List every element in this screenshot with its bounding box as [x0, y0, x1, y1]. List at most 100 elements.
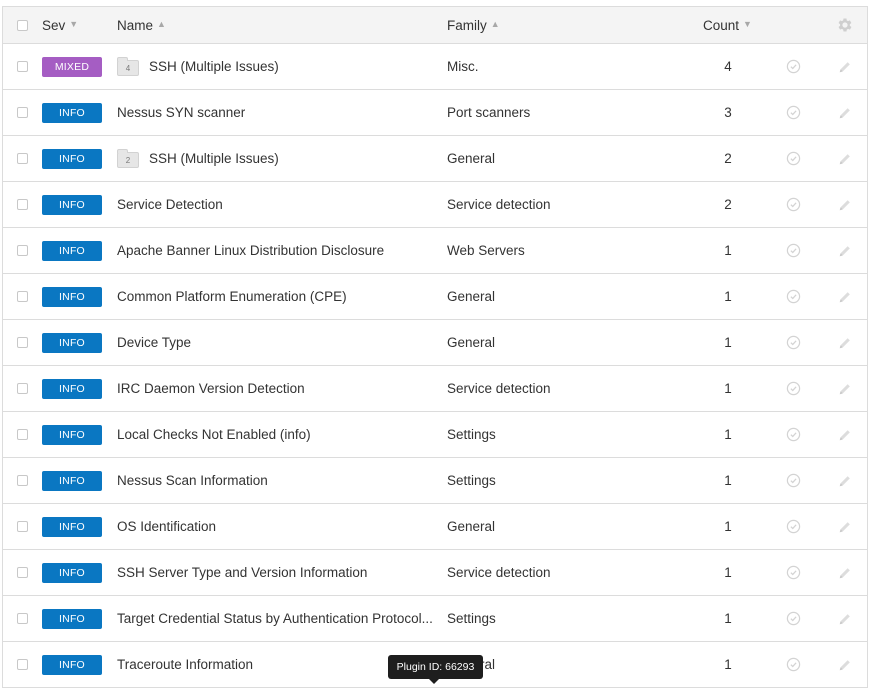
plugin-name[interactable]: Local Checks Not Enabled (info) [117, 427, 311, 442]
snooze-button[interactable] [783, 182, 803, 227]
plugin-name[interactable]: Traceroute Information [117, 657, 253, 672]
table-row[interactable]: MIXED 4 SSH (Multiple Issues) Misc. 4 [3, 44, 867, 90]
snooze-clock-icon[interactable] [786, 519, 801, 534]
row-checkbox-cell[interactable] [17, 136, 31, 181]
snooze-button[interactable] [783, 504, 803, 549]
name-cell[interactable]: OS Identification [117, 504, 437, 549]
edit-button[interactable] [835, 320, 855, 365]
plugin-name[interactable]: SSH Server Type and Version Information [117, 565, 367, 580]
edit-button[interactable] [835, 596, 855, 641]
pencil-icon[interactable] [838, 520, 852, 534]
plugin-name[interactable]: Service Detection [117, 197, 223, 212]
plugin-name[interactable]: SSH (Multiple Issues) [149, 59, 279, 74]
row-checkbox-cell[interactable] [17, 366, 31, 411]
snooze-button[interactable] [783, 550, 803, 595]
pencil-icon[interactable] [838, 382, 852, 396]
table-row[interactable]: INFO Target Credential Status by Authent… [3, 596, 867, 642]
pencil-icon[interactable] [838, 336, 852, 350]
name-cell[interactable]: IRC Daemon Version Detection [117, 366, 437, 411]
column-header-family[interactable]: Family ▲ [447, 7, 647, 43]
count-header-label[interactable]: Count [703, 18, 739, 33]
name-cell[interactable]: Target Credential Status by Authenticati… [117, 596, 437, 641]
snooze-clock-icon[interactable] [786, 427, 801, 442]
select-all-checkbox-cell[interactable] [17, 7, 31, 43]
plugin-name[interactable]: Apache Banner Linux Distribution Disclos… [117, 243, 384, 258]
name-cell[interactable]: Nessus SYN scanner [117, 90, 437, 135]
snooze-clock-icon[interactable] [786, 105, 801, 120]
edit-button[interactable] [835, 366, 855, 411]
row-checkbox[interactable] [17, 337, 28, 348]
table-row[interactable]: INFO Common Platform Enumeration (CPE) G… [3, 274, 867, 320]
table-row[interactable]: INFO Nessus Scan Information Settings 1 [3, 458, 867, 504]
pencil-icon[interactable] [838, 474, 852, 488]
row-checkbox[interactable] [17, 521, 28, 532]
edit-button[interactable] [835, 90, 855, 135]
row-checkbox-cell[interactable] [17, 44, 31, 89]
table-row[interactable]: INFO Local Checks Not Enabled (info) Set… [3, 412, 867, 458]
name-cell[interactable]: Local Checks Not Enabled (info) [117, 412, 437, 457]
pencil-icon[interactable] [838, 566, 852, 580]
row-checkbox[interactable] [17, 153, 28, 164]
row-checkbox-cell[interactable] [17, 182, 31, 227]
row-checkbox[interactable] [17, 659, 28, 670]
row-checkbox-cell[interactable] [17, 596, 31, 641]
edit-button[interactable] [835, 44, 855, 89]
row-checkbox-cell[interactable] [17, 90, 31, 135]
table-row[interactable]: INFO 2 SSH (Multiple Issues) General 2 [3, 136, 867, 182]
column-header-name[interactable]: Name ▲ [117, 7, 437, 43]
plugin-name[interactable]: Device Type [117, 335, 191, 350]
row-checkbox[interactable] [17, 475, 28, 486]
table-row[interactable]: INFO Apache Banner Linux Distribution Di… [3, 228, 867, 274]
snooze-button[interactable] [783, 642, 803, 687]
edit-button[interactable] [835, 458, 855, 503]
snooze-button[interactable] [783, 136, 803, 181]
snooze-clock-icon[interactable] [786, 151, 801, 166]
column-header-sev[interactable]: Sev ▼ [42, 7, 78, 43]
row-checkbox[interactable] [17, 199, 28, 210]
column-header-count[interactable]: Count ▼ [703, 7, 753, 43]
snooze-clock-icon[interactable] [786, 565, 801, 580]
row-checkbox[interactable] [17, 107, 28, 118]
gear-icon[interactable] [836, 16, 854, 34]
edit-button[interactable] [835, 412, 855, 457]
table-row[interactable]: INFO Nessus SYN scanner Port scanners 3 [3, 90, 867, 136]
name-cell[interactable]: Common Platform Enumeration (CPE) [117, 274, 437, 319]
snooze-button[interactable] [783, 596, 803, 641]
edit-button[interactable] [835, 642, 855, 687]
snooze-button[interactable] [783, 320, 803, 365]
pencil-icon[interactable] [838, 152, 852, 166]
row-checkbox-cell[interactable] [17, 274, 31, 319]
edit-button[interactable] [835, 136, 855, 181]
table-row[interactable]: INFO Device Type General 1 [3, 320, 867, 366]
name-cell[interactable]: 4 SSH (Multiple Issues) [117, 44, 437, 89]
snooze-clock-icon[interactable] [786, 473, 801, 488]
pencil-icon[interactable] [838, 244, 852, 258]
snooze-clock-icon[interactable] [786, 59, 801, 74]
snooze-clock-icon[interactable] [786, 381, 801, 396]
family-header-label[interactable]: Family [447, 18, 487, 33]
snooze-clock-icon[interactable] [786, 243, 801, 258]
snooze-clock-icon[interactable] [786, 657, 801, 672]
table-row[interactable]: INFO SSH Server Type and Version Informa… [3, 550, 867, 596]
edit-button[interactable] [835, 182, 855, 227]
plugin-name[interactable]: Nessus SYN scanner [117, 105, 245, 120]
snooze-clock-icon[interactable] [786, 611, 801, 626]
name-cell[interactable]: Service Detection [117, 182, 437, 227]
pencil-icon[interactable] [838, 658, 852, 672]
name-cell[interactable]: Device Type [117, 320, 437, 365]
name-header-label[interactable]: Name [117, 18, 153, 33]
row-checkbox[interactable] [17, 567, 28, 578]
pencil-icon[interactable] [838, 612, 852, 626]
snooze-clock-icon[interactable] [786, 289, 801, 304]
plugin-name[interactable]: Common Platform Enumeration (CPE) [117, 289, 347, 304]
row-checkbox-cell[interactable] [17, 642, 31, 687]
edit-button[interactable] [835, 504, 855, 549]
row-checkbox-cell[interactable] [17, 550, 31, 595]
plugin-name[interactable]: Nessus Scan Information [117, 473, 268, 488]
snooze-clock-icon[interactable] [786, 197, 801, 212]
edit-button[interactable] [835, 228, 855, 273]
name-cell[interactable]: Apache Banner Linux Distribution Disclos… [117, 228, 437, 273]
row-checkbox[interactable] [17, 291, 28, 302]
snooze-clock-icon[interactable] [786, 335, 801, 350]
row-checkbox[interactable] [17, 245, 28, 256]
